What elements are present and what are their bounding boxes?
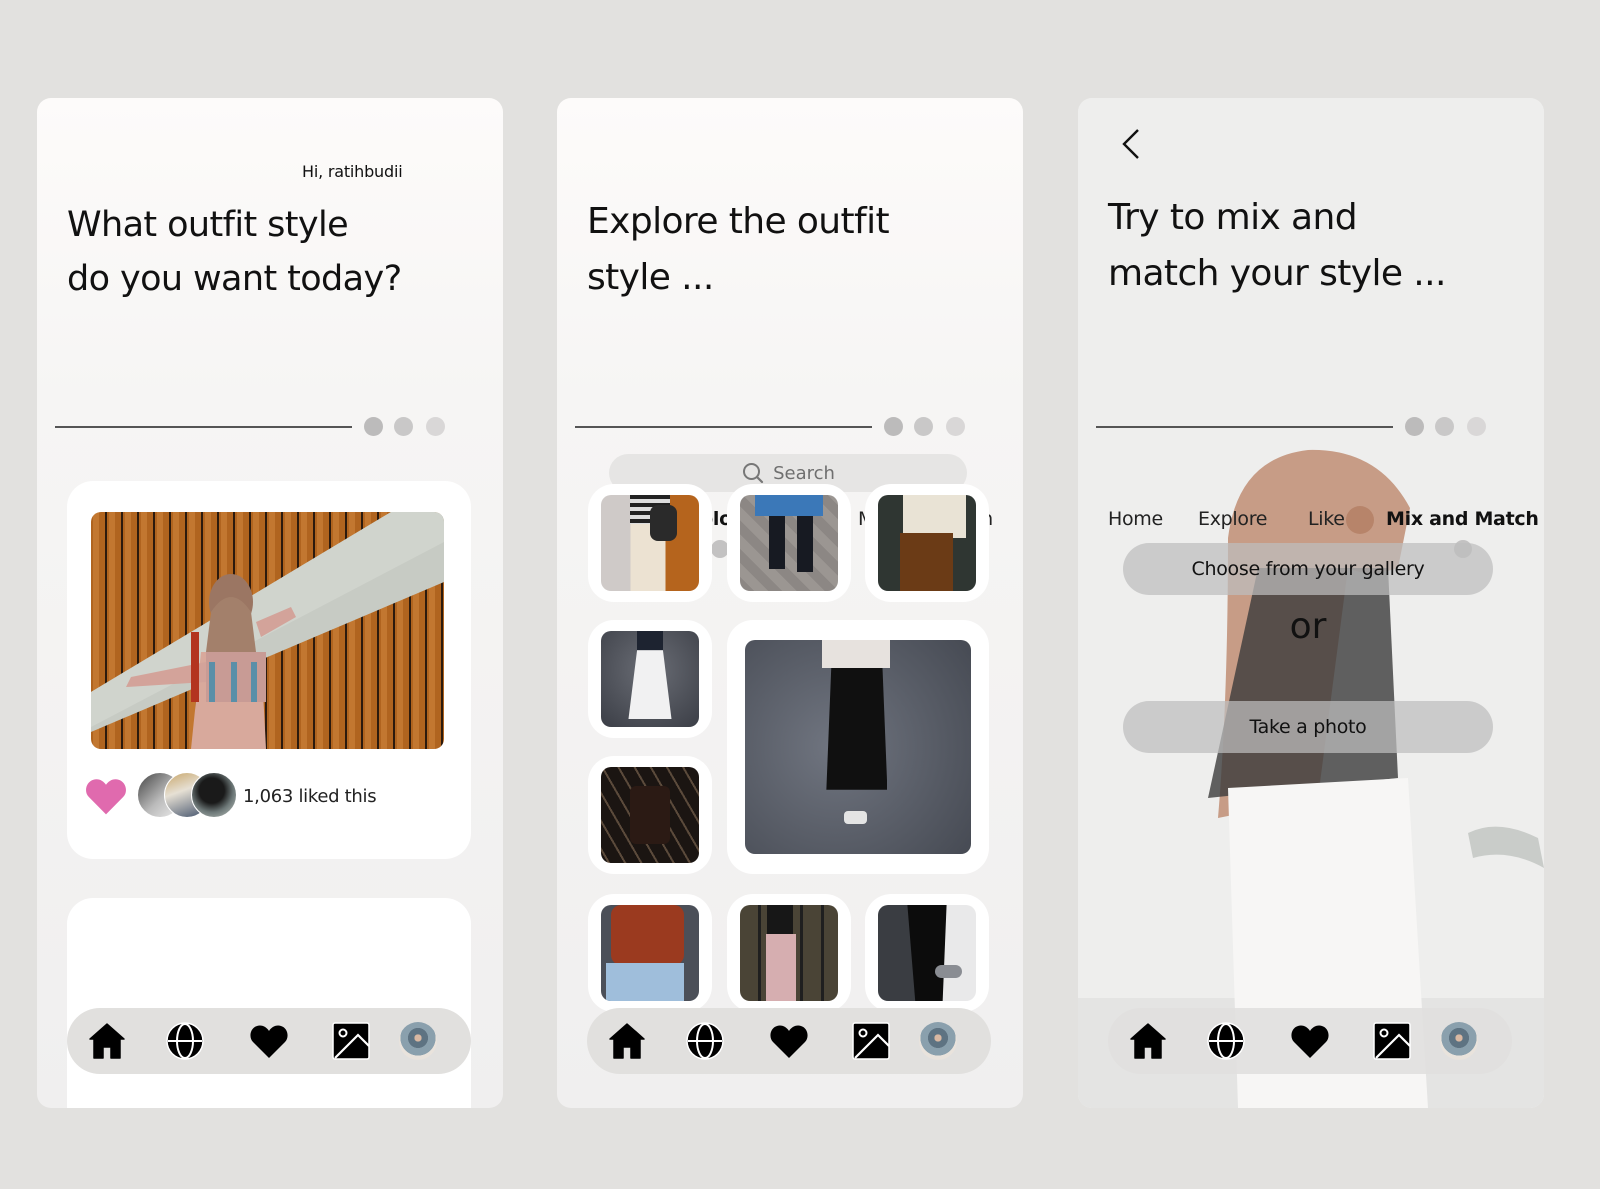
- image-icon: [1373, 1022, 1411, 1060]
- nav-like[interactable]: [249, 1021, 289, 1061]
- nav-like[interactable]: [1290, 1021, 1330, 1061]
- outfit-tile[interactable]: [588, 894, 712, 1012]
- outfit-tile[interactable]: [588, 620, 712, 738]
- outfit-photo: [601, 905, 699, 1001]
- nav-mix-and-match[interactable]: [331, 1021, 371, 1061]
- feed-card[interactable]: 1,063 liked this: [67, 481, 471, 859]
- heart-icon: [250, 1025, 288, 1058]
- outfit-tile[interactable]: [727, 484, 851, 602]
- heart-icon: [770, 1025, 808, 1058]
- pager-dot[interactable]: [1405, 417, 1424, 436]
- outfit-photo: [601, 631, 699, 727]
- nav-mix-and-match[interactable]: [851, 1021, 891, 1061]
- outfit-tile[interactable]: [588, 484, 712, 602]
- nav-home[interactable]: [607, 1021, 647, 1061]
- pager-dot[interactable]: [426, 417, 445, 436]
- outfit-photo: [740, 495, 838, 591]
- nav-home[interactable]: [1128, 1021, 1168, 1061]
- liker-avatars[interactable]: [137, 772, 237, 820]
- nav-explore[interactable]: [685, 1021, 725, 1061]
- nav-explore[interactable]: [165, 1021, 205, 1061]
- nav-profile-avatar[interactable]: [1440, 1022, 1478, 1060]
- outfit-photo: [878, 905, 976, 1001]
- pager-dot[interactable]: [884, 417, 903, 436]
- nav-profile-avatar[interactable]: [919, 1022, 957, 1060]
- globe-icon: [686, 1022, 724, 1060]
- heart-icon[interactable]: [85, 776, 127, 816]
- chevron-left-icon: [1122, 129, 1139, 159]
- nav-mix-and-match[interactable]: [1372, 1021, 1412, 1061]
- divider: [575, 426, 872, 428]
- divider: [1096, 426, 1393, 428]
- home-screen: Hi, ratihbudii What outfit style do you …: [37, 98, 503, 1108]
- bottom-nav: [587, 1008, 991, 1074]
- home-icon: [609, 1023, 645, 1059]
- image-icon: [852, 1022, 890, 1060]
- pager-dot[interactable]: [914, 417, 933, 436]
- outfit-photo: [601, 767, 699, 863]
- heart-icon: [1291, 1025, 1329, 1058]
- greeting: Hi, ratihbudii: [302, 162, 403, 181]
- outfit-photo[interactable]: [91, 512, 444, 749]
- avatar: [191, 772, 237, 818]
- outfit-tile[interactable]: [865, 894, 989, 1012]
- tab-home[interactable]: Home: [1108, 508, 1163, 530]
- outfit-tile[interactable]: [727, 894, 851, 1012]
- tab-like[interactable]: Like: [1308, 508, 1345, 530]
- explore-screen: Explore the outfit style ... Search Home…: [557, 98, 1023, 1108]
- nav-home[interactable]: [87, 1021, 127, 1061]
- page-indicator: [55, 416, 455, 436]
- tab-mix-and-match[interactable]: Mix and Match: [1386, 508, 1539, 530]
- search-icon: [743, 463, 764, 484]
- image-icon: [332, 1022, 370, 1060]
- search-placeholder: Search: [773, 462, 835, 484]
- or-separator: or: [1289, 606, 1327, 647]
- outfit-tile[interactable]: [588, 756, 712, 874]
- globe-icon: [166, 1022, 204, 1060]
- outfit-tile[interactable]: [865, 484, 989, 602]
- pager-dot[interactable]: [364, 417, 383, 436]
- page-title: Explore the outfit style ...: [587, 194, 890, 306]
- take-photo-button[interactable]: Take a photo: [1123, 701, 1493, 753]
- title-line: What outfit style: [67, 205, 349, 245]
- pager-dot[interactable]: [946, 417, 965, 436]
- choose-from-gallery-button[interactable]: Choose from your gallery: [1123, 543, 1493, 595]
- feed-card[interactable]: [67, 898, 471, 1108]
- likes-row: 1,063 liked this: [85, 771, 377, 821]
- home-icon: [1130, 1023, 1166, 1059]
- pager-dot[interactable]: [1435, 417, 1454, 436]
- outfit-photo: [740, 905, 838, 1001]
- nav-like[interactable]: [769, 1021, 809, 1061]
- title-line: do you want today?: [67, 259, 402, 299]
- page-title: What outfit style do you want today?: [67, 198, 402, 306]
- bottom-nav: [67, 1008, 471, 1074]
- tab-explore[interactable]: Explore: [1198, 508, 1268, 530]
- outfit-photo: [745, 640, 971, 854]
- nav-explore[interactable]: [1206, 1021, 1246, 1061]
- title-line: match your style ...: [1108, 253, 1446, 294]
- divider: [55, 426, 352, 428]
- page-title: Try to mix and match your style ...: [1108, 190, 1446, 302]
- page-indicator: [1096, 416, 1496, 436]
- likes-count: 1,063 liked this: [243, 785, 377, 807]
- outfit-photo: [601, 495, 699, 591]
- page-indicator: [575, 416, 975, 436]
- outfit-photo: [878, 495, 976, 591]
- outfit-tile-featured[interactable]: [727, 620, 989, 874]
- title-line: style ...: [587, 257, 714, 298]
- pager-dot[interactable]: [394, 417, 413, 436]
- home-icon: [89, 1023, 125, 1059]
- globe-icon: [1207, 1022, 1245, 1060]
- title-line: Try to mix and: [1108, 197, 1358, 238]
- bottom-nav: [1108, 1008, 1512, 1074]
- nav-profile-avatar[interactable]: [399, 1022, 437, 1060]
- mix-and-match-screen: Try to mix and match your style ... Home…: [1078, 98, 1544, 1108]
- title-line: Explore the outfit: [587, 201, 890, 242]
- back-button[interactable]: [1114, 124, 1150, 164]
- pager-dot[interactable]: [1467, 417, 1486, 436]
